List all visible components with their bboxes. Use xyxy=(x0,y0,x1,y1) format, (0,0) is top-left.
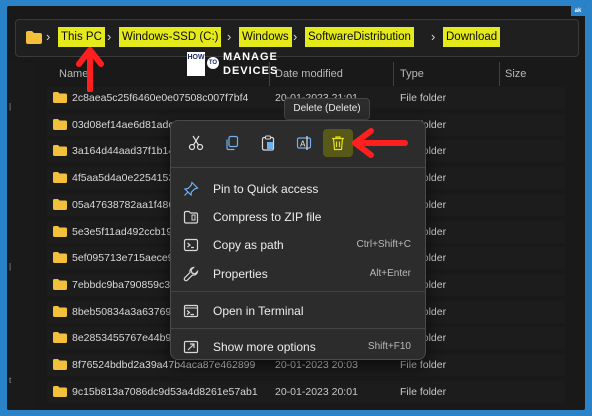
folder-icon xyxy=(53,332,67,344)
logo-to: TO xyxy=(207,57,219,69)
folder-icon xyxy=(53,225,67,237)
menu-item-label: Compress to ZIP file xyxy=(213,210,322,224)
menu-item-copy-as-path[interactable]: Copy as path Ctrl+Shift+C xyxy=(171,232,425,258)
file-date: 20-01-2023 20:03 xyxy=(275,359,358,371)
breadcrumb-separator: › xyxy=(227,29,232,44)
menu-divider xyxy=(171,291,425,292)
folder-icon xyxy=(53,118,67,130)
breadcrumb-separator: › xyxy=(431,29,436,44)
more-options-icon xyxy=(183,340,199,354)
navigation-pane: | | t xyxy=(7,62,35,410)
nav-marker: t xyxy=(9,376,12,385)
menu-item-pin-quick-access[interactable]: Pin to Quick access xyxy=(171,176,425,202)
menu-item-properties[interactable]: Properties Alt+Enter xyxy=(171,261,425,287)
breadcrumb-download[interactable]: Download xyxy=(443,27,501,47)
file-name: 8f76524bdbd2a39a47b4aca87e462899 xyxy=(72,359,256,371)
menu-item-shortcut: Shift+F10 xyxy=(367,341,411,352)
delete-tooltip: Delete (Delete) xyxy=(284,98,370,120)
folder-icon xyxy=(53,252,67,264)
explorer-window: › This PC › Windows-SSD (C:) › Windows ›… xyxy=(7,6,585,410)
menu-item-shortcut: Ctrl+Shift+C xyxy=(356,239,411,250)
menu-item-show-more-options[interactable]: Show more options Shift+F10 xyxy=(171,334,425,360)
folder-icon xyxy=(53,198,67,210)
corner-tag: ak xyxy=(571,6,585,16)
folder-icon xyxy=(53,278,67,290)
terminal-icon xyxy=(183,304,199,318)
file-date: 20-01-2023 20:01 xyxy=(275,385,358,398)
folder-icon xyxy=(53,359,67,370)
folder-icon xyxy=(53,145,67,157)
menu-item-label: Copy as path xyxy=(213,238,284,252)
menu-item-label: Open in Terminal xyxy=(213,304,304,318)
logo-devices: DEVICES xyxy=(223,65,279,77)
breadcrumb-drive[interactable]: Windows-SSD (C:) xyxy=(119,27,222,47)
logo-how: HOW xyxy=(187,52,205,76)
column-divider[interactable] xyxy=(499,62,500,86)
annotation-arrow-left-icon xyxy=(352,128,408,158)
column-header-date[interactable]: Date modified xyxy=(275,68,343,80)
wrench-icon xyxy=(183,266,199,282)
folder-icon xyxy=(53,92,67,103)
folder-icon xyxy=(53,305,67,317)
file-type: File folder xyxy=(400,359,447,371)
annotation-arrow-up-icon xyxy=(76,47,104,92)
breadcrumb-windows[interactable]: Windows xyxy=(239,27,292,47)
rename-button[interactable]: A xyxy=(289,129,319,157)
nav-marker: | xyxy=(9,102,12,111)
menu-divider xyxy=(171,328,425,329)
svg-text:A: A xyxy=(300,140,306,149)
cut-icon xyxy=(188,135,204,151)
breadcrumb-separator: › xyxy=(46,29,51,44)
file-name: 2c8aea5c25f6460e0e07508c007f7bf4 xyxy=(72,92,249,104)
folder-icon xyxy=(53,385,67,397)
file-row[interactable]: 9c15b813a7086dc9d53a4d8261e57ab1 20-01-20… xyxy=(47,380,565,403)
trash-icon xyxy=(332,136,344,151)
paste-button[interactable] xyxy=(253,129,283,157)
nav-marker: | xyxy=(9,262,12,271)
breadcrumb-separator: › xyxy=(107,29,112,44)
file-type: File folder xyxy=(400,92,447,104)
menu-item-open-terminal[interactable]: Open in Terminal xyxy=(171,298,425,324)
column-header-type[interactable]: Type xyxy=(400,68,424,80)
menu-item-shortcut: Alt+Enter xyxy=(369,268,411,279)
logo-manage: MANAGE xyxy=(223,51,278,63)
copy-button[interactable] xyxy=(217,129,247,157)
zip-icon xyxy=(183,210,199,224)
column-divider[interactable] xyxy=(393,62,394,86)
breadcrumb-this-pc[interactable]: This PC xyxy=(58,27,105,47)
file-type: File folder xyxy=(400,385,447,398)
column-header-size[interactable]: Size xyxy=(505,68,526,80)
folder-icon xyxy=(53,172,67,184)
menu-item-label: Properties xyxy=(213,267,268,281)
copy-path-icon xyxy=(183,238,199,252)
folder-icon xyxy=(26,31,42,44)
menu-item-label: Show more options xyxy=(213,340,316,354)
paste-icon xyxy=(261,135,275,151)
menu-item-label: Pin to Quick access xyxy=(213,182,319,196)
cut-button[interactable] xyxy=(181,129,211,157)
pin-icon xyxy=(183,181,199,197)
file-name: 9c15b813a7086dc9d53a4d8261e57ab1 xyxy=(72,385,258,398)
breadcrumb-softwaredistribution[interactable]: SoftwareDistribution xyxy=(305,27,414,47)
rename-icon: A xyxy=(296,136,312,150)
menu-divider xyxy=(171,167,425,168)
menu-item-compress-zip[interactable]: Compress to ZIP file xyxy=(171,204,425,230)
copy-icon xyxy=(226,135,239,151)
breadcrumb-separator: › xyxy=(293,29,298,44)
howtomanagedevices-logo: HOW TO MANAGE DEVICES xyxy=(187,48,277,84)
